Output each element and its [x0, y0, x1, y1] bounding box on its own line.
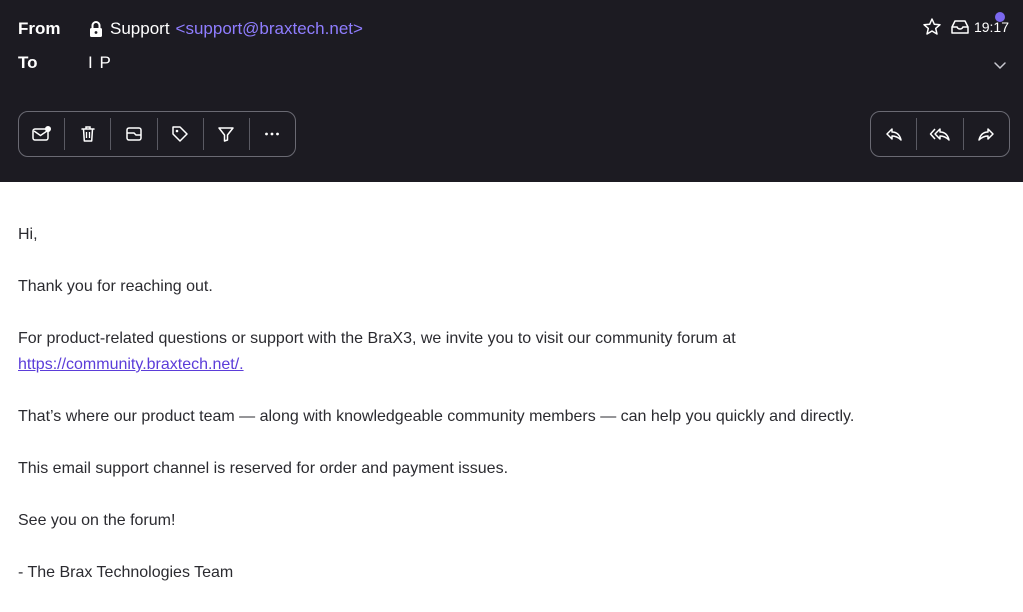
- forward-icon: [976, 124, 996, 144]
- mark-unread-icon: [31, 124, 53, 144]
- body-paragraph-text: For product-related questions or support…: [18, 330, 736, 347]
- reply-all-icon: [929, 124, 951, 144]
- star-icon[interactable]: [922, 17, 942, 37]
- filter-button[interactable]: [204, 118, 249, 150]
- reply-icon: [884, 124, 904, 144]
- mark-unread-button[interactable]: [19, 118, 64, 150]
- body-paragraph: Thank you for reaching out.: [18, 278, 213, 295]
- move-button[interactable]: [111, 118, 156, 150]
- from-row: From Support <support@braxtech.net>: [18, 18, 363, 40]
- more-button[interactable]: [250, 118, 295, 150]
- label-icon: [170, 124, 190, 144]
- message-header: From Support <support@braxtech.net> To I…: [0, 0, 1023, 182]
- reply-button[interactable]: [871, 118, 916, 150]
- closing-line: See you on the forum!: [18, 512, 176, 529]
- community-forum-link[interactable]: https://community.braxtech.net/.: [18, 356, 244, 373]
- body-paragraph-with-link: For product-related questions or support…: [18, 326, 1008, 378]
- inbox-icon: [950, 18, 970, 36]
- lock-icon: [88, 20, 104, 38]
- to-row: To I P: [18, 52, 112, 74]
- label-button[interactable]: [158, 118, 203, 150]
- forward-button[interactable]: [964, 118, 1009, 150]
- sender-email[interactable]: <support@braxtech.net>: [176, 19, 363, 39]
- trash-icon: [78, 124, 98, 144]
- chevron-down-icon[interactable]: [993, 57, 1007, 75]
- move-to-folder-icon: [124, 124, 144, 144]
- reply-all-button[interactable]: [917, 118, 962, 150]
- greeting: Hi,: [18, 226, 38, 243]
- signature: - The Brax Technologies Team: [18, 564, 234, 581]
- from-label: From: [18, 19, 61, 38]
- message-body: Hi, Thank you for reaching out. For prod…: [18, 222, 1008, 612]
- message-meta: 19:17: [922, 12, 1009, 37]
- delete-button[interactable]: [65, 118, 110, 150]
- filter-icon: [216, 124, 236, 144]
- reply-actions-toolbar: [870, 111, 1010, 157]
- more-icon: [262, 124, 282, 144]
- message-actions-toolbar: [18, 111, 296, 157]
- sender-name[interactable]: Support: [110, 19, 170, 39]
- body-paragraph: That’s where our product team — along wi…: [18, 408, 855, 425]
- body-paragraph: This email support channel is reserved f…: [18, 460, 509, 477]
- message-time: 19:17: [973, 19, 1009, 35]
- to-label: To: [18, 53, 38, 72]
- accent-dot: [995, 12, 1005, 22]
- recipient-name[interactable]: I P: [88, 53, 112, 73]
